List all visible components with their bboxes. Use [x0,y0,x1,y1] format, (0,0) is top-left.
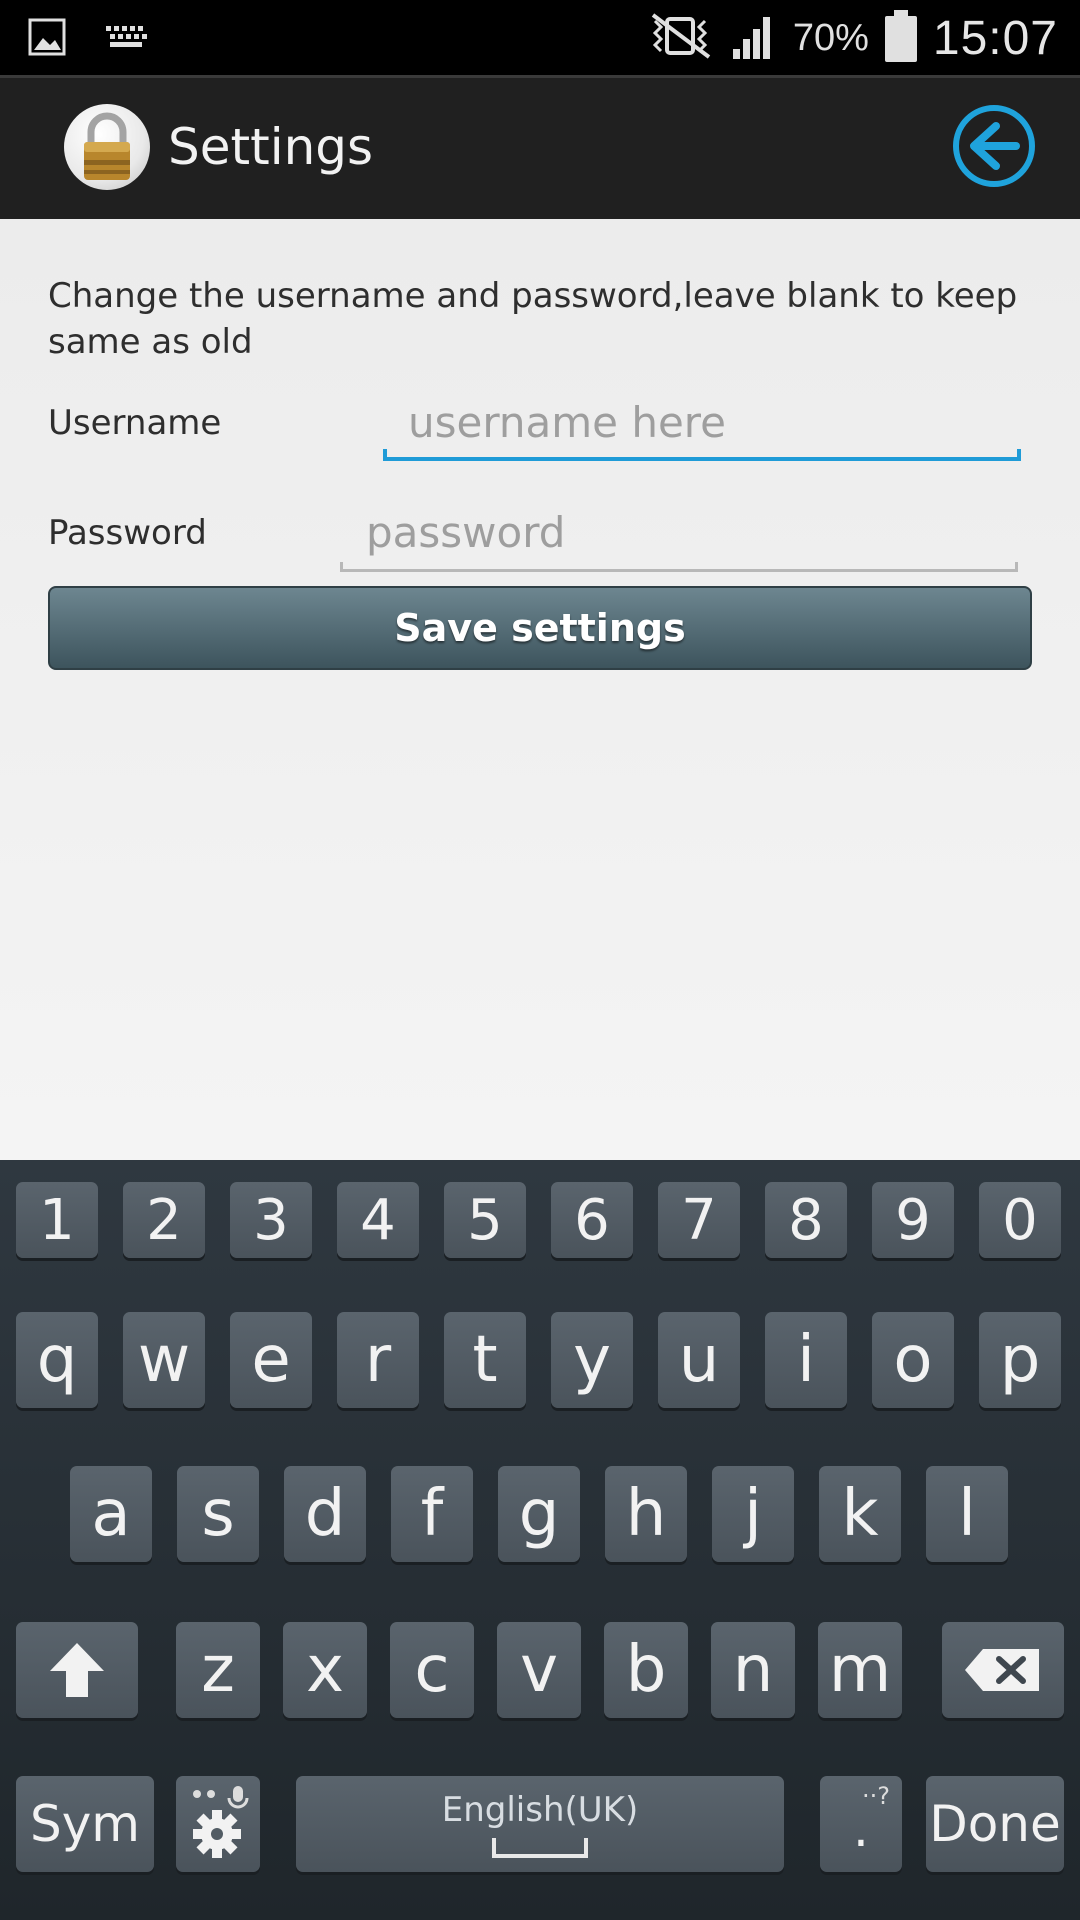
password-input[interactable] [340,499,1018,565]
key-l[interactable]: l [926,1466,1008,1562]
key-p[interactable]: p [979,1312,1061,1408]
lock-icon [64,104,150,190]
status-left [28,18,148,60]
shift-key[interactable] [16,1622,138,1718]
key-s[interactable]: s [177,1466,259,1562]
status-bar: 70% 15:07 [0,0,1080,75]
key-x[interactable]: x [283,1622,367,1718]
key-3[interactable]: 3 [230,1182,312,1258]
space-icon [492,1838,588,1858]
key-e[interactable]: e [230,1312,312,1408]
space-key[interactable]: English(UK) [296,1776,784,1872]
status-right: 70% 15:07 [645,8,1058,68]
back-button[interactable] [950,102,1038,190]
key-v[interactable]: v [497,1622,581,1718]
username-underline [383,449,1021,461]
key-t[interactable]: t [444,1312,526,1408]
key-a[interactable]: a [70,1466,152,1562]
key-o[interactable]: o [872,1312,954,1408]
language-label: English(UK) [441,1790,639,1830]
key-5[interactable]: 5 [444,1182,526,1258]
key-g[interactable]: g [498,1466,580,1562]
key-8[interactable]: 8 [765,1182,847,1258]
key-9[interactable]: 9 [872,1182,954,1258]
backspace-icon [965,1649,1039,1691]
page-title: Settings [168,118,374,176]
key-y[interactable]: y [551,1312,633,1408]
form-description: Change the username and password,leave b… [48,276,1018,362]
key-4[interactable]: 4 [337,1182,419,1258]
key-0[interactable]: 0 [979,1182,1061,1258]
settings-key[interactable] [176,1776,260,1872]
key-u[interactable]: u [658,1312,740,1408]
signal-icon [729,11,779,65]
battery-icon [883,8,919,68]
gear-icon [193,1786,249,1858]
keyboard-icon [104,24,148,54]
key-d[interactable]: d [284,1466,366,1562]
key-z[interactable]: z [176,1622,260,1718]
settings-form: Change the username and password,leave b… [0,219,1080,1160]
key-f[interactable]: f [391,1466,473,1562]
soft-keyboard: 1234567890 qwertyuiop asdfghjkl zxcvbnm Sym… [0,1160,1080,1920]
key-j[interactable]: j [712,1466,794,1562]
key-k[interactable]: k [819,1466,901,1562]
save-settings-button[interactable]: Save settings [48,586,1032,670]
period-hint: ··? [862,1782,890,1810]
key-m[interactable]: m [818,1622,902,1718]
done-key[interactable]: Done [926,1776,1064,1872]
key-i[interactable]: i [765,1312,847,1408]
key-2[interactable]: 2 [123,1182,205,1258]
key-7[interactable]: 7 [658,1182,740,1258]
key-r[interactable]: r [337,1312,419,1408]
key-w[interactable]: w [123,1312,205,1408]
back-arrow-icon [953,105,1035,187]
key-q[interactable]: q [16,1312,98,1408]
key-n[interactable]: n [711,1622,795,1718]
key-b[interactable]: b [604,1622,688,1718]
password-underline [340,562,1018,572]
shift-arrow-icon [50,1643,104,1697]
gallery-icon [28,18,66,60]
username-label: Username [48,403,222,443]
battery-percent: 70% [792,16,869,59]
password-label: Password [48,513,207,553]
sym-key[interactable]: Sym [16,1776,154,1872]
key-h[interactable]: h [605,1466,687,1562]
app-bar: Settings [0,75,1080,219]
username-input[interactable] [384,387,1022,457]
key-c[interactable]: c [390,1622,474,1718]
period-key[interactable]: ··? . [820,1776,902,1872]
key-6[interactable]: 6 [551,1182,633,1258]
vibrate-icon [645,13,715,63]
key-1[interactable]: 1 [16,1182,98,1258]
backspace-key[interactable] [942,1622,1064,1718]
clock: 15:07 [932,11,1058,65]
